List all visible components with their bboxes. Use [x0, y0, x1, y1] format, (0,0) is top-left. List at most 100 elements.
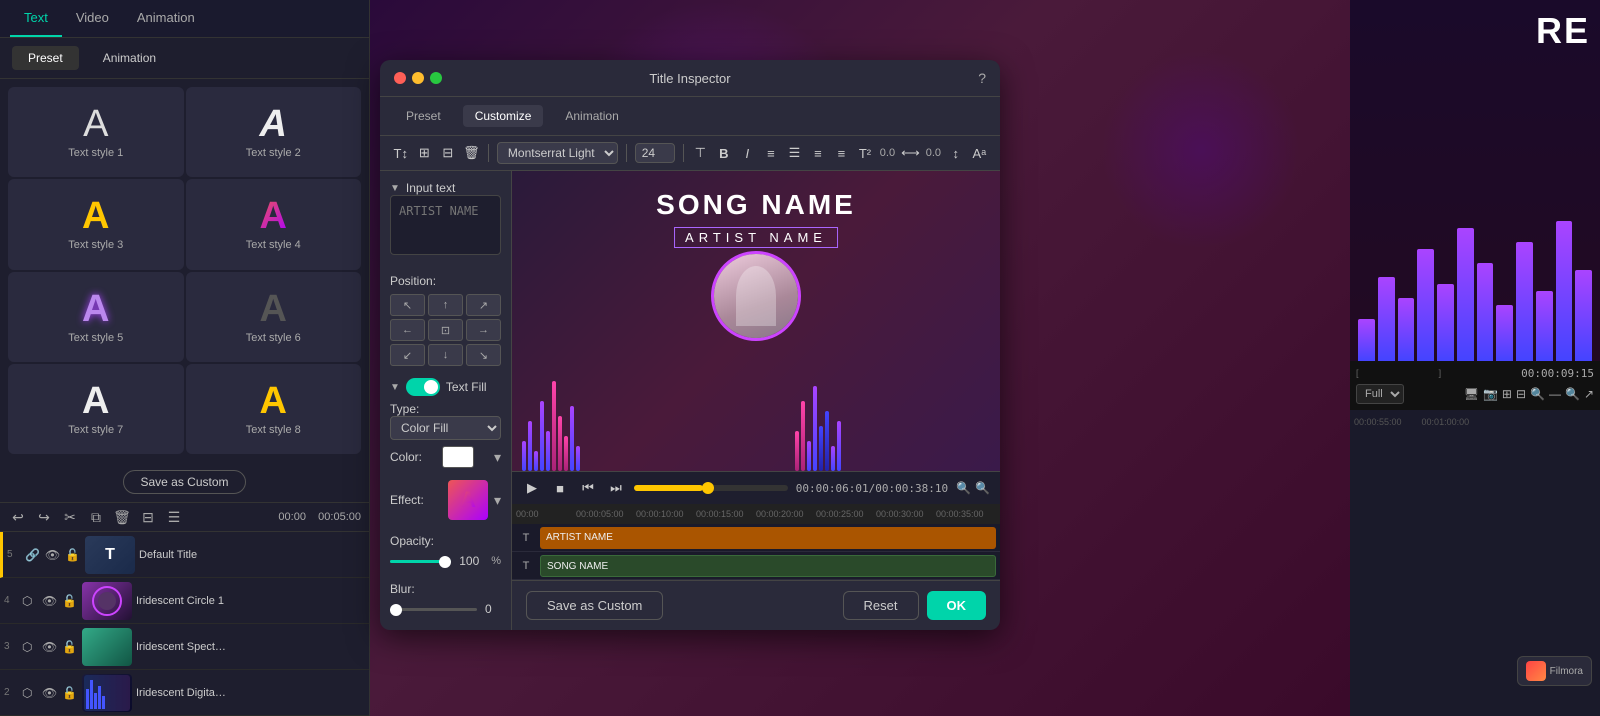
text-style-6[interactable]: A Text style 6 — [186, 272, 362, 362]
fill-type-select[interactable]: Color Fill — [390, 416, 501, 440]
track-lock-icon-2[interactable]: 🔓 — [62, 686, 78, 700]
track-eye-icon-2[interactable]: 👁 — [42, 686, 58, 700]
split-icon[interactable]: ⊟ — [138, 507, 158, 527]
text-style-7[interactable]: A Text style 7 — [8, 364, 184, 454]
minimize-button[interactable] — [412, 72, 424, 84]
save-as-custom-button[interactable]: Save as Custom — [526, 591, 663, 620]
zoom-in-right-icon[interactable]: 🔍 — [1565, 387, 1580, 401]
track-eye-icon-3[interactable]: 👁 — [42, 640, 58, 654]
sub-tab-preset[interactable]: Preset — [12, 46, 79, 70]
effect-preview[interactable]: A — [448, 480, 488, 520]
save-custom-button[interactable]: Save as Custom — [123, 470, 245, 494]
delete-icon[interactable]: 🗑 — [112, 507, 132, 527]
pos-top-left[interactable]: ↖ — [390, 294, 425, 316]
pos-bot-left[interactable]: ↙ — [390, 344, 425, 366]
close-button[interactable] — [394, 72, 406, 84]
color-swatch[interactable] — [442, 446, 474, 468]
pos-mid-center[interactable]: ⊡ — [428, 319, 463, 341]
input-text-header[interactable]: ▼ Input text — [390, 181, 501, 195]
inspector-tab-preset[interactable]: Preset — [394, 105, 453, 127]
prev-frame-button[interactable]: ⏮ — [578, 478, 598, 498]
text-style-5[interactable]: A Text style 5 — [8, 272, 184, 362]
pos-bot-right[interactable]: ↘ — [466, 344, 501, 366]
track-link-icon-3[interactable]: ⬡ — [22, 640, 38, 654]
text-style-1[interactable]: A Text style 1 — [8, 87, 184, 177]
text-style-2[interactable]: A Text style 2 — [186, 87, 362, 177]
blur-slider[interactable] — [390, 608, 477, 611]
zoom-in-icon[interactable]: 🔍 — [975, 481, 990, 495]
text-fill-header[interactable]: ▼ Text Fill — [390, 378, 501, 396]
pos-top-center[interactable]: ↑ — [428, 294, 463, 316]
trash-icon[interactable]: 🗑 — [463, 142, 481, 164]
track-lock-icon-4[interactable]: 🔓 — [62, 594, 78, 608]
track-link-icon-2[interactable]: ⬡ — [22, 686, 38, 700]
zoom-select[interactable]: Full 1/2 1/4 — [1356, 384, 1404, 404]
play-button[interactable]: ▶ — [522, 478, 542, 498]
pos-mid-right[interactable]: → — [466, 319, 501, 341]
tab-animation[interactable]: Animation — [123, 0, 209, 37]
italic-icon[interactable]: I — [739, 142, 757, 164]
undo-icon[interactable]: ↩ — [8, 507, 28, 527]
align-top-icon[interactable]: ⊤ — [692, 142, 710, 164]
zoom-out-right-icon[interactable]: 🔍 — [1530, 387, 1545, 401]
opacity-thumb[interactable] — [439, 556, 451, 568]
crop-icon[interactable]: ⊞ — [416, 142, 434, 164]
maximize-button[interactable] — [430, 72, 442, 84]
copy-icon[interactable]: ⧉ — [86, 507, 106, 527]
more-icon[interactable]: ☰ — [164, 507, 184, 527]
tracking-icon[interactable]: ⟷ — [901, 142, 920, 164]
track-lock-icon-5[interactable]: 🔓 — [65, 548, 81, 562]
text-fill-toggle[interactable] — [406, 378, 440, 396]
zoom-slider-icon[interactable]: — — [1549, 387, 1561, 401]
artist-name-clip[interactable]: ARTIST NAME — [540, 527, 996, 549]
next-frame-button[interactable]: ⏭ — [606, 478, 626, 498]
zoom-fit-icon[interactable]: ⊞ — [1502, 387, 1512, 401]
progress-thumb[interactable] — [702, 482, 714, 494]
cut-icon[interactable]: ✂ — [60, 507, 80, 527]
track-eye-icon-5[interactable]: 👁 — [45, 548, 61, 562]
text-transform-icon[interactable]: T↕ — [392, 142, 410, 164]
monitor-icon[interactable]: 🖥 — [1464, 387, 1479, 401]
color-dropdown-icon[interactable]: ▾ — [494, 449, 501, 466]
pos-mid-left[interactable]: ← — [390, 319, 425, 341]
ok-button[interactable]: OK — [927, 591, 987, 620]
spell-check-icon[interactable]: Aᵃ — [971, 142, 989, 164]
track-link-icon-4[interactable]: ⬡ — [22, 594, 38, 608]
align-left-icon[interactable]: ≡ — [762, 142, 780, 164]
font-size-input[interactable] — [635, 143, 675, 163]
effect-dropdown-icon[interactable]: ▾ — [494, 492, 501, 509]
zoom-out-icon[interactable]: 🔍 — [956, 481, 971, 495]
opacity-slider[interactable] — [390, 560, 451, 563]
track-link-icon-5[interactable]: 🔗 — [25, 548, 41, 562]
external-icon[interactable]: ↗ — [1584, 387, 1594, 401]
text-style-3[interactable]: A Text style 3 — [8, 179, 184, 269]
blur-thumb[interactable] — [390, 604, 402, 616]
zoom-reset-icon[interactable]: ⊟ — [1516, 387, 1526, 401]
text-style-8[interactable]: A Text style 8 — [186, 364, 362, 454]
sub-tab-animation[interactable]: Animation — [87, 46, 172, 70]
snapshot-icon[interactable]: 📷 — [1483, 387, 1498, 401]
song-name-clip[interactable]: SONG NAME — [540, 555, 996, 577]
inspector-tab-customize[interactable]: Customize — [463, 105, 544, 127]
progress-bar[interactable] — [634, 485, 788, 491]
leading-icon[interactable]: ↕ — [947, 142, 965, 164]
track-eye-icon-4[interactable]: 👁 — [42, 594, 58, 608]
input-text-field[interactable] — [390, 195, 501, 255]
pos-top-right[interactable]: ↗ — [466, 294, 501, 316]
text-style-4[interactable]: A Text style 4 — [186, 179, 362, 269]
tab-video[interactable]: Video — [62, 0, 123, 37]
redo-icon[interactable]: ↪ — [34, 507, 54, 527]
stop-button[interactable]: ■ — [550, 478, 570, 498]
layout-icon[interactable]: ⊟ — [439, 142, 457, 164]
track-lock-icon-3[interactable]: 🔓 — [62, 640, 78, 654]
pos-bot-center[interactable]: ↓ — [428, 344, 463, 366]
align-justify-icon[interactable]: ≡ — [833, 142, 851, 164]
font-select[interactable]: Montserrat Light — [497, 142, 618, 164]
tab-text[interactable]: Text — [10, 0, 62, 37]
align-center-icon[interactable]: ☰ — [786, 142, 804, 164]
inspector-tab-animation[interactable]: Animation — [553, 105, 630, 127]
superscript-icon[interactable]: T² — [856, 142, 874, 164]
align-right-icon[interactable]: ≡ — [809, 142, 827, 164]
bold-icon[interactable]: B — [715, 142, 733, 164]
help-icon[interactable]: ? — [978, 70, 986, 86]
